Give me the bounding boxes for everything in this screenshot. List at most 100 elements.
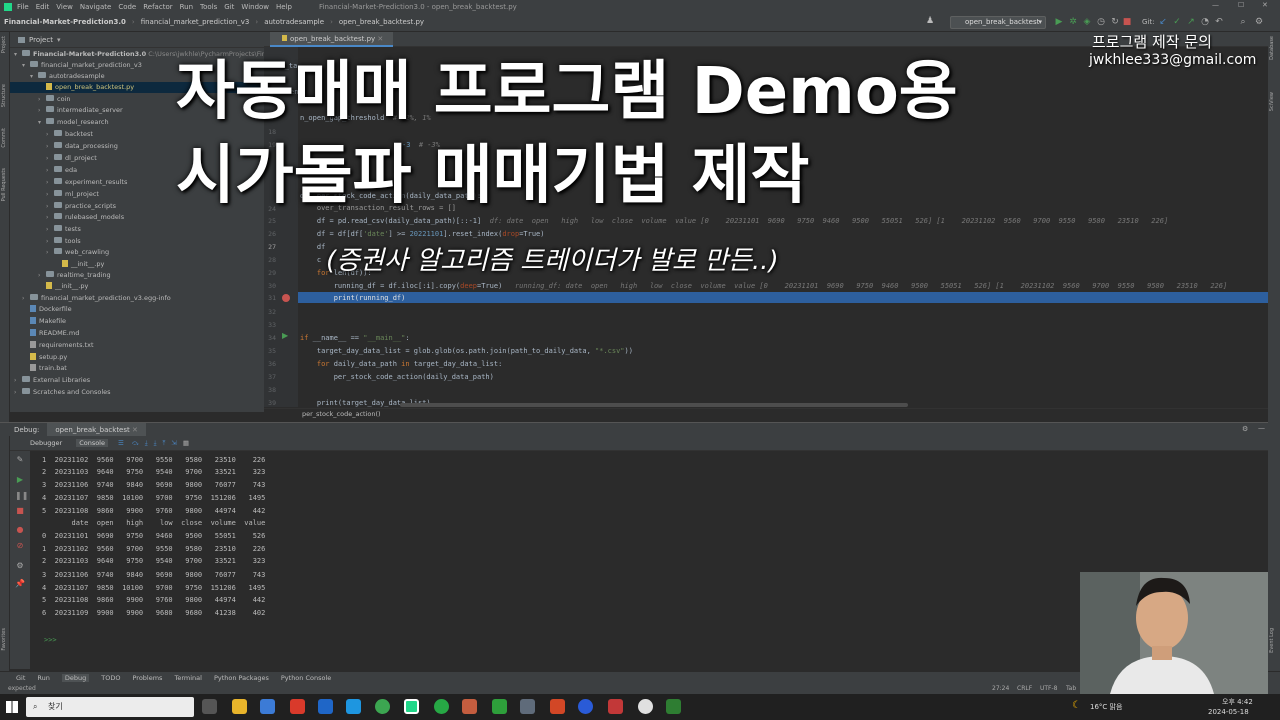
settings-icon[interactable]: ⚙ — [1242, 425, 1248, 433]
coverage-icon[interactable]: ◈ — [1082, 17, 1092, 27]
console-tab[interactable]: Console — [76, 439, 108, 447]
tree-item[interactable]: › Scratches and Consoles — [10, 387, 111, 398]
tree-item[interactable]: › web_crawling — [10, 247, 109, 258]
app-icon[interactable] — [290, 699, 305, 714]
code-breadcrumb[interactable]: per_stock_code_action() — [264, 408, 1268, 420]
debugger-tab[interactable]: Debugger — [30, 439, 62, 447]
project-header-label[interactable]: Project — [29, 36, 53, 44]
app-icon[interactable] — [260, 699, 275, 714]
tree-item[interactable]: › rulebased_models — [10, 212, 124, 223]
debug-tool-tab[interactable]: Debug — [61, 674, 90, 682]
close-icon[interactable]: ✕ — [132, 426, 138, 434]
task-view-icon[interactable] — [202, 699, 217, 714]
breadcrumb-folder[interactable]: autotradesample — [264, 18, 324, 26]
pause-icon[interactable]: ❚❚ — [15, 491, 28, 501]
run-config-select[interactable]: open_break_backtest ▾ — [950, 16, 1046, 29]
tree-item[interactable]: › tools — [10, 236, 81, 247]
menu-git[interactable]: Git — [224, 3, 234, 11]
app-icon[interactable] — [434, 699, 449, 714]
run-icon[interactable]: ▶ — [1054, 17, 1064, 27]
tree-item[interactable]: Dockerfile — [10, 304, 72, 315]
tree-item[interactable]: › tests — [10, 224, 81, 235]
menu-edit[interactable]: Edit — [36, 3, 50, 11]
tree-item[interactable]: › data_processing — [10, 141, 118, 152]
app-icon[interactable] — [346, 699, 361, 714]
tree-item[interactable]: __init__.py — [10, 281, 88, 292]
stop-icon[interactable]: ■ — [15, 506, 25, 516]
step-into-icon[interactable]: ⤓ — [145, 439, 148, 448]
close-icon[interactable]: ✕ — [377, 35, 383, 43]
favorites-tool-tab[interactable]: Favorites — [1, 628, 7, 651]
console-prompt[interactable]: >>> — [44, 636, 57, 644]
caret-position[interactable]: 27:24 — [992, 684, 1009, 694]
tree-item[interactable]: requirements.txt — [10, 340, 94, 351]
search-icon[interactable]: ⌕ — [1238, 17, 1248, 27]
stop-icon[interactable]: ■ — [1122, 17, 1132, 27]
rerun-icon[interactable]: ↻ — [1110, 17, 1120, 27]
mute-breakpoints-icon[interactable]: ⊘ — [15, 541, 25, 551]
menu-navigate[interactable]: Navigate — [80, 3, 111, 11]
menu-window[interactable]: Window — [241, 3, 269, 11]
menu-help[interactable]: Help — [276, 3, 292, 11]
tree-item[interactable]: › coin — [10, 94, 70, 105]
editor-tab[interactable]: open_break_backtest.py ✕ — [270, 32, 394, 47]
close-icon[interactable]: ✕ — [1262, 1, 1268, 9]
tree-item[interactable]: __init__.py — [10, 259, 104, 270]
run-tool-tab[interactable]: Run — [37, 674, 49, 682]
debug-icon[interactable]: ✲ — [1068, 17, 1078, 27]
git-commit-icon[interactable]: ✓ — [1172, 17, 1182, 27]
clock-date[interactable]: 2024-05-18 — [1208, 708, 1249, 716]
python-packages-tool-tab[interactable]: Python Packages — [214, 674, 269, 682]
clock-time[interactable]: 오후 4:42 — [1222, 697, 1253, 707]
history-icon[interactable]: ◔ — [1200, 17, 1210, 27]
app-icon[interactable] — [666, 699, 681, 714]
database-tool-tab[interactable]: Database — [1269, 36, 1275, 60]
line-separator[interactable]: CRLF — [1017, 684, 1032, 694]
maximize-icon[interactable]: ☐ — [1238, 1, 1244, 9]
wrench-icon[interactable]: ✎ — [15, 455, 25, 465]
tree-item[interactable]: › backtest — [10, 129, 93, 140]
git-tool-tab[interactable]: Git — [16, 674, 25, 682]
chevron-down-icon[interactable]: ▾ — [57, 36, 61, 44]
app-icon[interactable] — [318, 699, 333, 714]
tree-item[interactable]: train.bat — [10, 363, 67, 374]
minimize-icon[interactable]: — — [1212, 1, 1219, 9]
menu-icon[interactable]: ☰ — [118, 439, 124, 447]
windows-start-icon[interactable] — [6, 701, 18, 713]
app-icon[interactable] — [578, 699, 593, 714]
file-explorer-icon[interactable] — [232, 699, 247, 714]
sciview-tool-tab[interactable]: SciView — [1269, 92, 1275, 111]
menu-file[interactable]: File — [17, 3, 29, 11]
step-over-icon[interactable]: ⤼ — [132, 439, 139, 448]
taskbar-search[interactable]: ⌕ 찾기 — [26, 697, 194, 717]
app-icon[interactable] — [462, 699, 477, 714]
horizontal-scrollbar[interactable] — [400, 403, 908, 407]
tree-item[interactable]: › ml_project — [10, 189, 99, 200]
breadcrumb-project[interactable]: Financial-Market-Prediction3.0 — [4, 18, 126, 26]
rollback-icon[interactable]: ↶ — [1214, 17, 1224, 27]
problems-tool-tab[interactable]: Problems — [132, 674, 162, 682]
menu-tools[interactable]: Tools — [200, 3, 217, 11]
app-icon[interactable] — [638, 699, 653, 714]
chrome-icon[interactable] — [375, 699, 390, 714]
menu-refactor[interactable]: Refactor — [143, 3, 172, 11]
git-push-icon[interactable]: ↗ — [1186, 17, 1196, 27]
app-icon[interactable] — [520, 699, 535, 714]
tree-item[interactable]: README.md — [10, 328, 79, 339]
app-icon[interactable] — [492, 699, 507, 714]
powerpoint-icon[interactable] — [550, 699, 565, 714]
pin-icon[interactable]: 📌 — [15, 579, 25, 589]
tree-item[interactable]: › dl_project — [10, 153, 97, 164]
event-log-tool-tab[interactable]: Event Log — [1269, 628, 1275, 653]
console-settings-icon[interactable]: ⚙ — [15, 561, 25, 571]
todo-tool-tab[interactable]: TODO — [101, 674, 120, 682]
tree-item[interactable]: › realtime_trading — [10, 270, 111, 281]
tree-item[interactable]: › financial_market_prediction_v3.egg-info — [10, 293, 171, 304]
tree-item[interactable]: ▾ autotradesample — [10, 71, 105, 82]
indent-setting[interactable]: Tab — [1066, 684, 1076, 694]
weather-label[interactable]: 16°C 맑음 — [1090, 702, 1122, 712]
breakpoint-icon[interactable] — [282, 294, 290, 302]
minimize-panel-icon[interactable]: — — [1258, 424, 1265, 432]
pycharm-icon[interactable] — [404, 699, 419, 714]
resume-icon[interactable]: ▶ — [15, 475, 25, 485]
